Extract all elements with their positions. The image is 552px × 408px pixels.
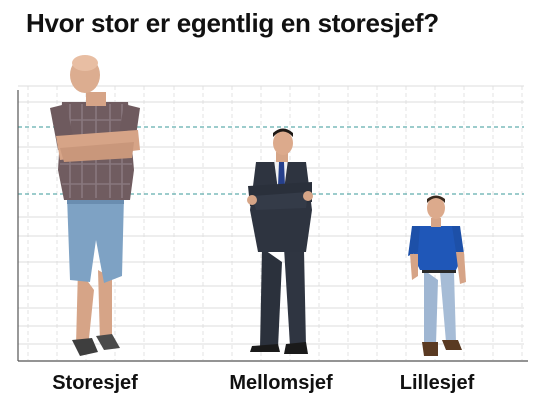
label-mellomsjef: Mellomsjef bbox=[229, 372, 333, 394]
label-storesjef: Storesjef bbox=[52, 372, 138, 394]
storesjef-figure bbox=[50, 55, 140, 356]
mellomsjef-figure bbox=[247, 128, 313, 354]
lillesjef-figure bbox=[408, 195, 466, 356]
label-lillesjef: Lillesjef bbox=[399, 372, 475, 394]
height-comparison-chart bbox=[17, 55, 528, 362]
